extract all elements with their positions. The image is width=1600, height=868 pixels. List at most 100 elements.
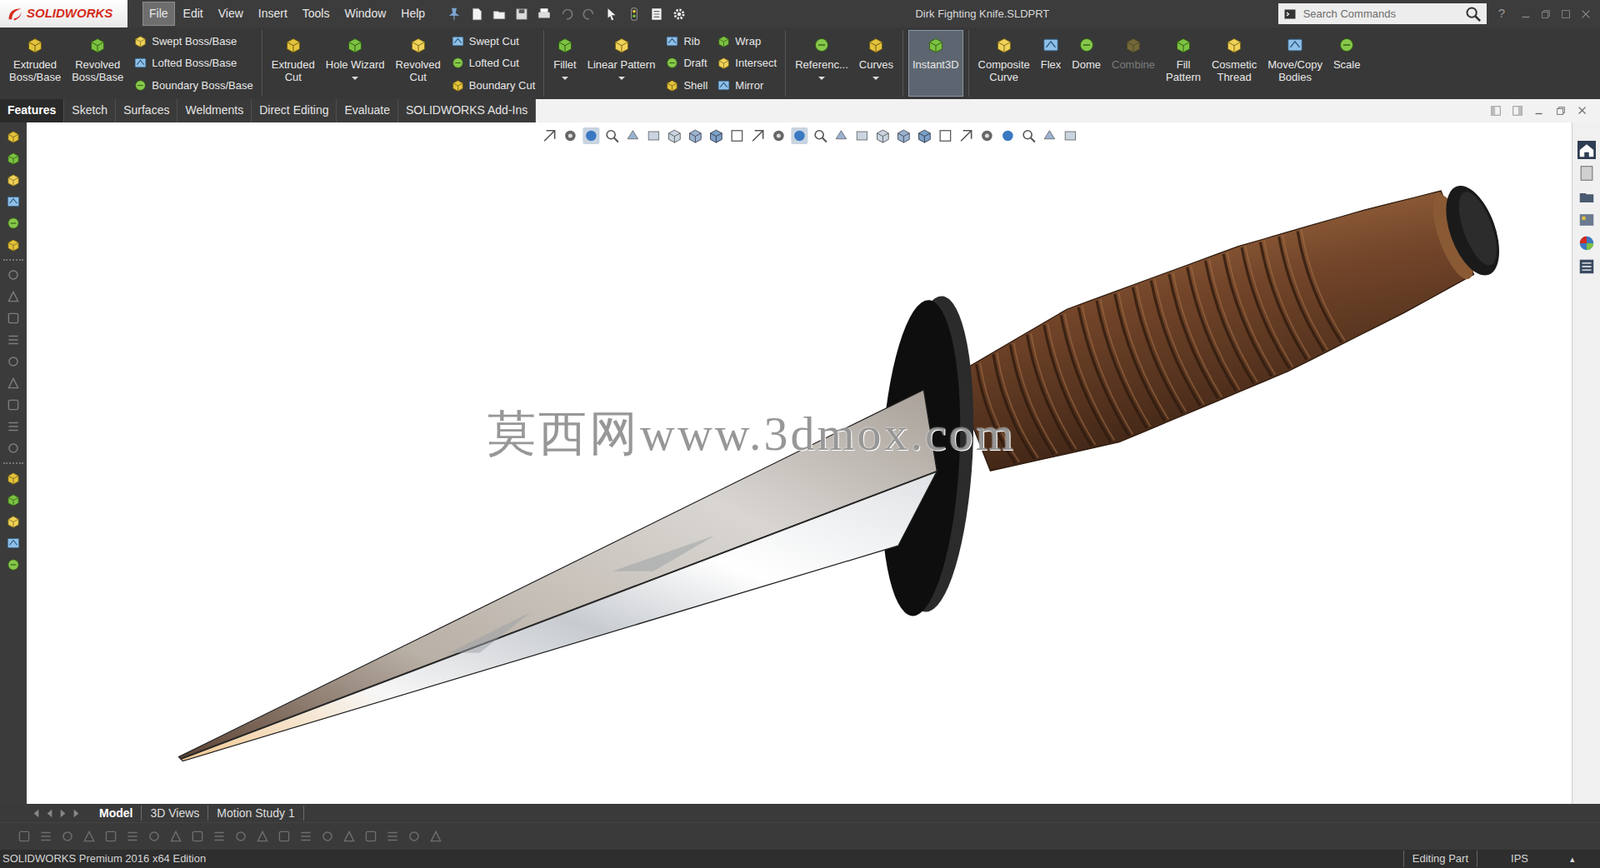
command-button[interactable]: Dome bbox=[1067, 30, 1105, 97]
command-button[interactable]: CompositeCurve bbox=[974, 30, 1035, 97]
close-icon[interactable] bbox=[1580, 8, 1592, 20]
command-button[interactable]: Lofted Cut bbox=[450, 54, 536, 73]
view-tool-icon[interactable] bbox=[895, 127, 912, 145]
custom-properties-icon[interactable] bbox=[1577, 257, 1596, 276]
menu-item[interactable]: Window bbox=[337, 1, 393, 26]
command-button[interactable]: Linear Pattern bbox=[583, 30, 660, 97]
command-button[interactable]: Referenc... bbox=[790, 30, 853, 97]
tool-icon[interactable] bbox=[5, 440, 21, 456]
menu-item[interactable]: Insert bbox=[251, 1, 295, 26]
search-input[interactable] bbox=[1301, 5, 1460, 24]
dropdown-arrow[interactable] bbox=[561, 76, 569, 80]
command-button[interactable]: Boundary Cut bbox=[450, 76, 536, 95]
maximize-icon[interactable] bbox=[1560, 8, 1572, 20]
view-tool-icon[interactable] bbox=[936, 127, 954, 145]
unit-system[interactable]: IPS bbox=[1476, 850, 1562, 868]
command-button[interactable]: Swept Cut bbox=[450, 31, 536, 50]
view-tool-icon[interactable] bbox=[1040, 127, 1058, 145]
magnifier-icon[interactable] bbox=[1465, 5, 1482, 23]
unit-menu-button[interactable]: ▴ bbox=[1561, 852, 1600, 867]
tool-icon[interactable] bbox=[5, 375, 21, 391]
view-tool-icon[interactable] bbox=[665, 127, 683, 145]
command-button[interactable]: CosmeticThread bbox=[1207, 30, 1261, 97]
model-tab[interactable]: 3D Views bbox=[141, 805, 209, 821]
view-tool-icon[interactable] bbox=[749, 127, 766, 145]
menu-item[interactable]: Help bbox=[394, 1, 432, 26]
tool-icon[interactable] bbox=[5, 419, 21, 435]
home-icon[interactable] bbox=[1577, 140, 1596, 160]
command-button[interactable]: Scale bbox=[1329, 30, 1365, 97]
tool-icon[interactable] bbox=[5, 535, 21, 551]
tool-icon[interactable] bbox=[5, 492, 21, 508]
tool-icon[interactable] bbox=[5, 129, 21, 145]
knife-model[interactable] bbox=[26, 122, 1572, 805]
command-tab[interactable]: SOLIDWORKS Add-Ins bbox=[398, 99, 536, 123]
tool-icon[interactable] bbox=[5, 215, 21, 231]
model-tab[interactable]: Model bbox=[90, 805, 142, 821]
rebuild-icon[interactable] bbox=[626, 6, 642, 22]
command-button[interactable]: Shell bbox=[665, 76, 708, 95]
view-tool-icon[interactable] bbox=[707, 127, 725, 145]
view-tool-icon[interactable] bbox=[582, 127, 600, 145]
view-tool-icon[interactable] bbox=[728, 127, 745, 145]
menu-item[interactable]: View bbox=[211, 1, 250, 26]
model-tab[interactable]: Motion Study 1 bbox=[208, 805, 304, 821]
tool-icon[interactable] bbox=[5, 514, 21, 530]
menu-item[interactable]: Tools bbox=[295, 1, 337, 26]
menu-item[interactable]: Edit bbox=[176, 1, 210, 26]
view-tool-icon[interactable] bbox=[832, 127, 850, 145]
view-tool-icon[interactable] bbox=[1061, 127, 1079, 145]
minimize-icon[interactable] bbox=[1520, 8, 1532, 20]
view-tool-icon[interactable] bbox=[999, 127, 1016, 145]
document-restore-icon[interactable] bbox=[1555, 105, 1567, 117]
command-button[interactable]: Intersect bbox=[716, 54, 777, 73]
new-document-icon[interactable] bbox=[469, 6, 485, 22]
view-palette-icon[interactable] bbox=[1577, 210, 1596, 230]
next-arrow-icon[interactable] bbox=[56, 807, 70, 820]
command-button[interactable]: RevolvedCut bbox=[391, 30, 445, 97]
file-explorer-icon[interactable] bbox=[1577, 187, 1596, 206]
print-icon[interactable] bbox=[536, 6, 552, 22]
help-button[interactable]: ? bbox=[1495, 4, 1509, 24]
command-button[interactable]: Mirror bbox=[716, 76, 777, 95]
restore-icon[interactable] bbox=[1540, 8, 1552, 20]
command-button[interactable]: ExtrudedCut bbox=[267, 30, 320, 97]
command-tab[interactable]: Features bbox=[0, 99, 65, 123]
select-icon[interactable] bbox=[604, 6, 620, 22]
view-tool-icon[interactable] bbox=[686, 127, 704, 145]
command-tab[interactable]: Direct Editing bbox=[251, 99, 337, 123]
command-button[interactable]: ExtrudedBoss/Base bbox=[5, 30, 65, 97]
command-tab[interactable]: Evaluate bbox=[336, 99, 398, 123]
view-tool-icon[interactable] bbox=[978, 127, 995, 145]
command-button[interactable]: Instant3D bbox=[908, 30, 964, 97]
command-button[interactable]: Hole Wizard bbox=[321, 30, 390, 97]
undo-icon[interactable] bbox=[559, 6, 575, 22]
command-tab[interactable]: Sketch bbox=[64, 99, 116, 123]
command-button[interactable]: FillPattern bbox=[1161, 30, 1205, 97]
tool-icon[interactable] bbox=[5, 289, 21, 305]
view-tool-icon[interactable] bbox=[915, 127, 933, 145]
command-button[interactable]: Swept Boss/Base bbox=[133, 31, 253, 50]
previous-arrow-icon[interactable] bbox=[43, 807, 56, 820]
view-tool-icon[interactable] bbox=[1020, 127, 1037, 145]
options-gear-icon[interactable] bbox=[671, 6, 687, 22]
dropdown-arrow[interactable] bbox=[618, 76, 625, 80]
tool-icon[interactable] bbox=[5, 237, 21, 253]
dropdown-arrow[interactable] bbox=[818, 76, 825, 80]
redo-icon[interactable] bbox=[581, 6, 597, 22]
document-minimize-icon[interactable] bbox=[1533, 105, 1545, 117]
view-tool-icon[interactable] bbox=[853, 127, 870, 145]
command-tab[interactable]: Surfaces bbox=[115, 99, 178, 123]
view-tool-icon[interactable] bbox=[603, 127, 620, 145]
appearances-icon[interactable] bbox=[1577, 234, 1596, 253]
command-button[interactable]: RevolvedBoss/Base bbox=[67, 30, 128, 97]
solidworks-logo[interactable]: SOLIDWORKS bbox=[0, 0, 128, 28]
view-tool-icon[interactable] bbox=[811, 127, 829, 145]
tool-icon[interactable] bbox=[5, 332, 21, 348]
view-tool-icon[interactable] bbox=[624, 127, 641, 145]
view-tool-icon[interactable] bbox=[790, 127, 808, 145]
tool-icon[interactable] bbox=[5, 354, 21, 370]
view-tool-icon[interactable] bbox=[645, 127, 662, 145]
tool-icon[interactable] bbox=[5, 397, 21, 413]
tool-icon[interactable] bbox=[5, 172, 21, 188]
